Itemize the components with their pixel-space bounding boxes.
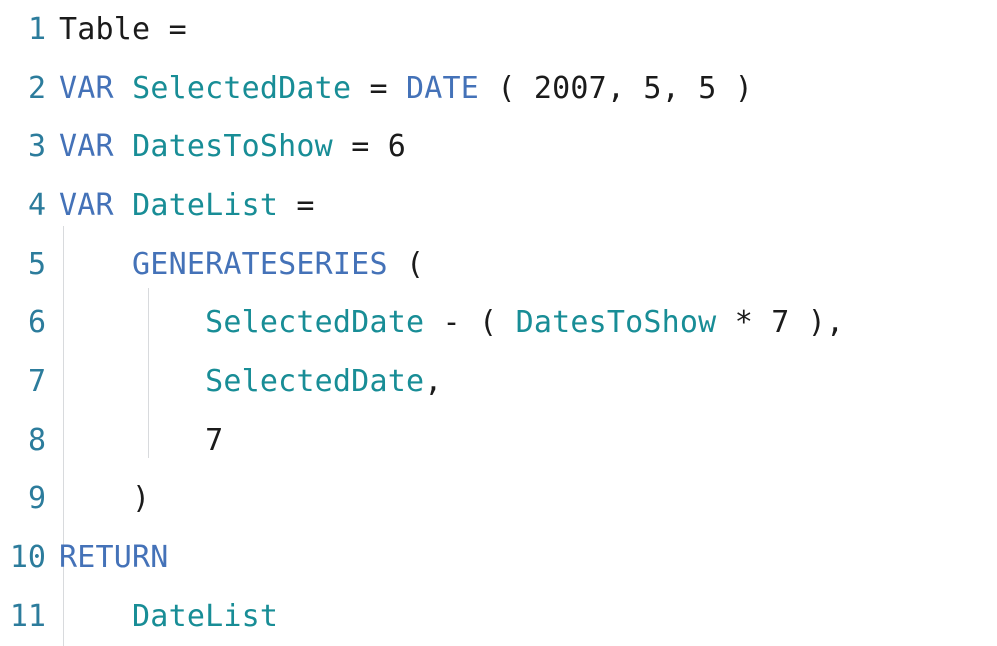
line-number: 7 [27,363,46,399]
code-line[interactable]: 1 Table = [0,0,997,59]
token-punct: ( [479,305,498,341]
token-num: 6 [387,129,407,165]
token-func: DATE [406,70,480,106]
token-num: 2007 [533,70,607,106]
code-line[interactable]: 8 7 [0,411,997,470]
token-punct: , [661,70,680,106]
token-op: = [369,70,388,106]
token-punct: , [606,70,626,106]
token-punct: , [826,305,845,341]
token-kw: VAR [59,129,114,165]
token-kw: RETURN [59,540,169,576]
code-line-content[interactable]: VAR SelectedDate = DATE ( 2007, 5, 5 ) [46,71,753,106]
token-punct: ( [405,246,425,282]
code-line[interactable]: 10 RETURN [0,528,997,587]
token-punct: ) [807,305,827,341]
token-punct: ) [734,70,754,106]
token-num: 7 [771,305,790,341]
token-op: = [351,129,370,165]
line-number: 8 [27,422,46,458]
code-line[interactable]: 7 SelectedDate, [0,352,997,411]
line-number: 4 [27,187,46,223]
token-op: = [168,11,187,47]
code-line-content[interactable]: SelectedDate - ( DatesToShow * 7 ), [46,305,844,340]
code-line-content[interactable]: DateList [46,599,278,634]
code-line-content[interactable]: VAR DateList = [46,188,315,223]
code-line[interactable]: 2 VAR SelectedDate = DATE ( 2007, 5, 5 ) [0,59,997,118]
line-number: 6 [27,305,46,341]
code-line[interactable]: 5 GENERATESERIES ( [0,235,997,294]
code-line[interactable]: 11 DateList [0,587,997,646]
token-punct: ( [497,70,516,106]
token-op: * [734,305,753,341]
token-var: SelectedDate [132,70,352,106]
token-punct: ) [132,481,151,517]
code-lines-container: 1 Table = 2 VAR SelectedDate = DATE ( 2007,… [0,0,997,646]
token-plain: Table [59,11,151,47]
token-op: = [296,187,315,223]
code-line-content[interactable]: Table = [46,12,187,47]
code-line-content[interactable]: SelectedDate, [46,364,443,399]
token-func: GENERATESERIES [132,246,388,282]
token-var: DateList [132,598,279,634]
line-number: 11 [9,598,46,634]
line-number: 10 [9,540,46,576]
line-number: 2 [27,70,46,106]
code-editor[interactable]: 1 Table = 2 VAR SelectedDate = DATE ( 2007,… [0,0,997,646]
token-var: SelectedDate [205,363,425,399]
code-line[interactable]: 6 SelectedDate - ( DatesToShow * 7 ), [0,293,997,352]
token-num: 5 [698,70,717,106]
code-line-content[interactable]: VAR DatesToShow = 6 [46,129,406,164]
token-kw: VAR [59,187,114,223]
token-kw: VAR [59,70,114,106]
code-line-content[interactable]: 7 [46,423,223,458]
line-number: 5 [27,246,46,282]
code-line[interactable]: 9 ) [0,470,997,529]
token-num: 5 [643,70,662,106]
line-number: 1 [27,11,46,47]
token-punct: , [424,363,443,399]
code-line[interactable]: 3 VAR DatesToShow = 6 [0,117,997,176]
token-var: SelectedDate [205,305,425,341]
code-line[interactable]: 4 VAR DateList = [0,176,997,235]
line-number: 3 [27,129,46,165]
token-var: DateList [132,187,279,223]
code-line-content[interactable]: GENERATESERIES ( [46,247,424,282]
code-line-content[interactable]: ) [46,481,150,516]
code-line-content[interactable]: RETURN [46,540,169,575]
token-num: 7 [205,422,224,458]
line-number: 9 [27,481,46,517]
token-var: DatesToShow [132,129,333,165]
token-var: DatesToShow [515,305,717,341]
token-op: - [442,305,461,341]
